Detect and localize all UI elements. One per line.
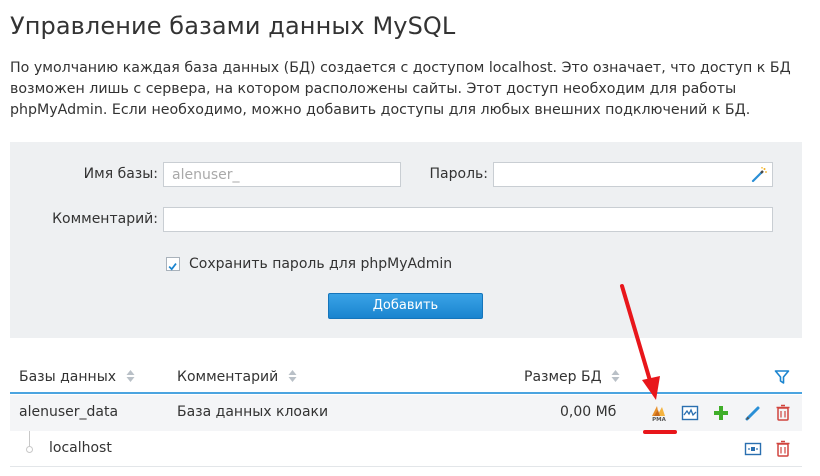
intro-text: По умолчанию каждая база данных (БД) соз… [10, 60, 791, 118]
table-row[interactable]: localhost [10, 431, 802, 467]
comment-label: Комментарий: [52, 211, 158, 227]
stats-icon[interactable] [681, 404, 699, 422]
databases-table-header: Базы данных Комментарий Размер БД [10, 362, 802, 394]
col-comment-label: Комментарий [177, 369, 279, 385]
db-size-cell: 0,00 Мб [560, 404, 617, 420]
comment-input[interactable] [163, 207, 773, 232]
delete-icon[interactable] [774, 440, 792, 458]
edit-icon[interactable] [744, 404, 762, 422]
save-password-label: Сохранить пароль для phpMyAdmin [189, 256, 453, 272]
sort-icon[interactable] [611, 369, 620, 383]
col-size-label: Размер БД [524, 369, 602, 385]
col-size[interactable]: Размер БД [524, 369, 620, 385]
page-title: Управление базами данных MySQL [10, 12, 456, 40]
sort-icon[interactable] [126, 369, 135, 383]
create-database-form: Имя базы: alenuser_ Пароль: Комментарий:… [10, 142, 802, 338]
col-databases-label: Базы данных [19, 369, 117, 385]
add-access-icon[interactable] [712, 404, 730, 422]
add-button[interactable]: Добавить [328, 293, 483, 319]
checkmark-icon [168, 263, 177, 271]
password-input[interactable] [493, 162, 773, 187]
col-comment[interactable]: Комментарий [177, 369, 297, 385]
filter-icon[interactable] [774, 369, 790, 385]
save-password-checkbox[interactable] [166, 257, 180, 271]
tree-node [26, 446, 33, 453]
table-row[interactable]: alenuser_data База данных клоаки 0,00 Мб… [10, 395, 802, 431]
svg-text:PMA: PMA [652, 417, 667, 422]
db-name-label: Имя базы: [83, 166, 158, 182]
db-name-input[interactable]: alenuser_ [163, 162, 401, 187]
generate-password-icon[interactable] [750, 166, 768, 184]
access-settings-icon[interactable] [744, 440, 762, 458]
col-databases[interactable]: Базы данных [19, 369, 135, 385]
db-name-cell: alenuser_data [19, 404, 119, 420]
sort-icon[interactable] [288, 369, 297, 383]
db-comment-cell: База данных клоаки [177, 404, 329, 420]
phpmyadmin-icon[interactable]: PMA [649, 404, 669, 422]
delete-icon[interactable] [774, 404, 792, 422]
access-host-cell: localhost [49, 440, 112, 456]
password-label: Пароль: [429, 166, 488, 182]
